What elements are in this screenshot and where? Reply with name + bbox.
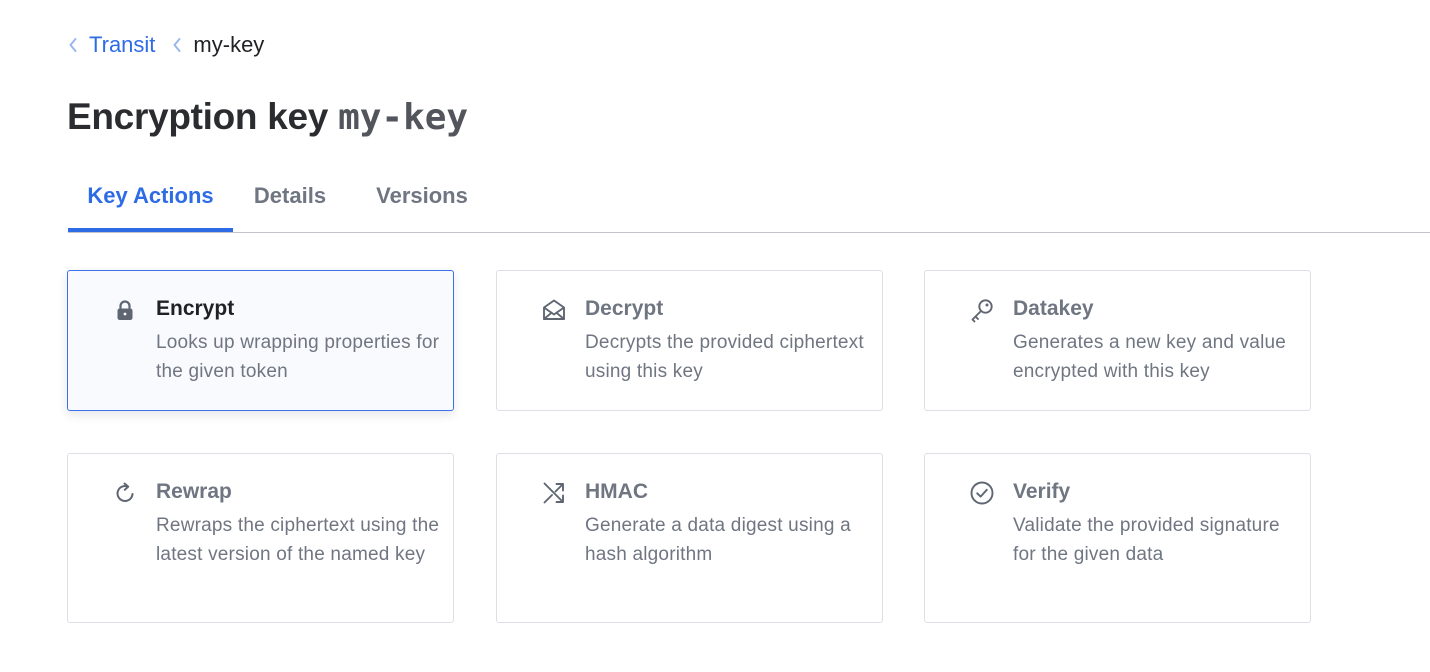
breadcrumb-current-label: my-key (193, 32, 265, 57)
action-card-rewrap[interactable]: Rewrap Rewraps the ciphertext using the … (67, 453, 454, 623)
action-card-description: Rewraps the ciphertext using the latest … (156, 515, 440, 565)
action-card-description: Looks up wrapping properties for the giv… (156, 332, 440, 382)
action-card-encrypt[interactable]: Encrypt Looks up wrapping properties for… (67, 270, 454, 411)
action-card-hmac[interactable]: HMAC Generate a data digest using a hash… (496, 453, 883, 623)
tab-details[interactable]: Details (233, 160, 347, 231)
breadcrumb-link-transit[interactable]: Transit (89, 32, 155, 58)
page-title: Encryption key my-key (67, 96, 468, 144)
key-icon (969, 297, 995, 323)
breadcrumb: Transit my-key (67, 30, 280, 60)
action-card-title: Decrypt (585, 297, 664, 320)
breadcrumb-item-current: my-key (171, 32, 264, 58)
tab-versions[interactable]: Versions (347, 160, 497, 231)
action-card-decrypt[interactable]: Decrypt Decrypts the provided ciphertext… (496, 270, 883, 411)
tab-key-actions[interactable]: Key Actions (68, 160, 233, 232)
action-card-title: Encrypt (156, 297, 235, 320)
action-card-datakey[interactable]: Datakey Generates a new key and value en… (924, 270, 1311, 411)
action-card-title: Rewrap (156, 480, 232, 503)
lock-icon (112, 297, 138, 323)
action-card-description: Generates a new key and value encrypted … (1013, 332, 1287, 382)
rotate-icon (112, 480, 138, 506)
action-card-description: Validate the provided signature for the … (1013, 515, 1280, 565)
action-card-title: Datakey (1013, 297, 1094, 320)
shuffle-icon (541, 480, 567, 506)
action-card-description: Generate a data digest using a hash algo… (585, 515, 851, 565)
page-title-key-name: my-key (338, 97, 469, 138)
action-card-title: HMAC (585, 480, 648, 503)
page-title-text: Encryption key (67, 96, 329, 137)
envelope-open-icon (541, 297, 567, 323)
chevron-left-icon (171, 35, 185, 55)
check-circle-icon (969, 480, 995, 506)
tab-bar: Key Actions Details Versions (68, 160, 1430, 233)
action-card-title: Verify (1013, 480, 1071, 503)
page: Transit my-key Encryption key my-key Key… (0, 0, 1430, 672)
chevron-left-icon (67, 35, 81, 55)
action-card-verify[interactable]: Verify Validate the provided signature f… (924, 453, 1311, 623)
action-card-description: Decrypts the provided ciphertext using t… (585, 332, 864, 382)
breadcrumb-item-transit[interactable]: Transit (67, 32, 155, 58)
